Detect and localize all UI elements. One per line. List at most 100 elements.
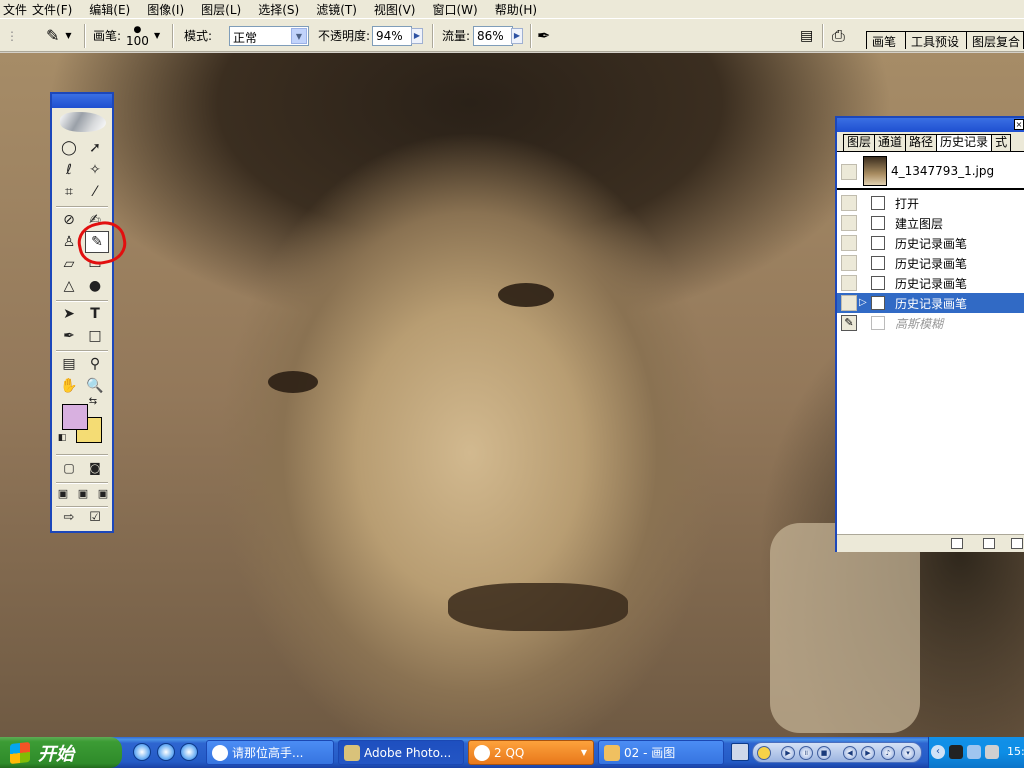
history-source-box[interactable]	[841, 235, 857, 251]
menu-item-edit[interactable]: 编辑(E)	[86, 1, 134, 18]
history-source-box[interactable]	[841, 255, 857, 271]
volume-icon[interactable]	[985, 745, 999, 759]
blur-tool-icon[interactable]: △	[58, 276, 80, 296]
history-state[interactable]: 历史记录画笔	[837, 253, 1024, 273]
tray-expand-icon[interactable]: ‹	[931, 745, 945, 759]
brush-picker-arrow[interactable]: ▼	[154, 19, 160, 52]
close-icon[interactable]: ×	[1014, 119, 1024, 130]
media-volume-icon[interactable]: ▾	[901, 746, 915, 760]
standard-screen-mode-icon[interactable]: ▣	[54, 484, 72, 504]
standard-mode-icon[interactable]: ▢	[58, 458, 80, 478]
menu-item-image[interactable]: 图像(I)	[144, 1, 188, 18]
flow-field[interactable]: 86%	[473, 26, 513, 46]
palette-titlebar[interactable]: ×	[837, 118, 1024, 132]
media-stop-icon[interactable]: ■	[817, 746, 831, 760]
history-source-box[interactable]	[841, 195, 857, 211]
history-state-selected[interactable]: ▷ 历史记录画笔	[837, 293, 1024, 313]
hand-tool-icon[interactable]: ✋	[58, 376, 80, 396]
start-button[interactable]: 开始	[0, 737, 122, 768]
history-state[interactable]: 打开	[837, 193, 1024, 213]
slice-tool-icon[interactable]: ⁄	[84, 182, 106, 202]
flow-slider-button[interactable]: ▶	[511, 28, 523, 44]
tab-history[interactable]: 历史记录	[936, 134, 993, 151]
airbrush-icon[interactable]: ✒	[537, 19, 550, 52]
menu-item-file[interactable]: 文件(F)	[29, 1, 76, 18]
menu-item-view[interactable]: 视图(V)	[371, 1, 420, 18]
type-tool-icon[interactable]: T	[84, 304, 106, 324]
shape-tool-icon[interactable]: □	[84, 326, 106, 346]
network-icon[interactable]	[967, 745, 981, 759]
notes-tool-icon[interactable]: ▤	[58, 354, 80, 374]
quicklaunch-icon[interactable]	[157, 743, 175, 761]
history-state[interactable]: 历史记录画笔	[837, 233, 1024, 253]
history-source-box[interactable]	[841, 275, 857, 291]
media-mute-icon[interactable]: ♪	[881, 746, 895, 760]
eraser-tool-icon[interactable]: ▱	[58, 254, 80, 274]
tab-channels[interactable]: 通道	[874, 134, 907, 151]
history-state-dimmed[interactable]: ✎ 高斯模糊	[837, 313, 1024, 333]
menu-item-file-short[interactable]: 文件	[0, 1, 31, 18]
media-pause-icon[interactable]: ॥	[799, 746, 813, 760]
well-tab-brushes[interactable]: 画笔	[866, 31, 906, 49]
menu-item-layer[interactable]: 图层(L)	[198, 1, 245, 18]
full-screen-menu-mode-icon[interactable]: ▣	[74, 484, 92, 504]
trash-icon[interactable]	[1011, 538, 1023, 549]
menu-item-window[interactable]: 窗口(W)	[429, 1, 481, 18]
media-prev-icon[interactable]: ◀	[843, 746, 857, 760]
dodge-tool-icon[interactable]: ●	[84, 276, 106, 296]
file-browser-icon[interactable]: ▤	[800, 19, 813, 52]
snapshot-row[interactable]: 4_1347793_1.jpg	[837, 154, 1024, 190]
menu-item-select[interactable]: 选择(S)	[255, 1, 303, 18]
taskbar-button-qq[interactable]: 2 QQ ▼	[468, 740, 594, 765]
move-tool-icon[interactable]: ➚	[84, 138, 106, 158]
menu-item-filter[interactable]: 滤镜(T)	[313, 1, 361, 18]
history-source-box[interactable]	[841, 164, 857, 180]
full-screen-mode-icon[interactable]: ▣	[94, 484, 112, 504]
keyboard-icon[interactable]	[731, 743, 749, 761]
well-tab-layer-comps[interactable]: 图层复合	[966, 31, 1024, 49]
jump-to-imageready-icon[interactable]: ⇨	[58, 508, 80, 528]
path-selection-tool-icon[interactable]: ➤	[58, 304, 80, 324]
opacity-field[interactable]: 94%	[372, 26, 412, 46]
new-snapshot-icon[interactable]	[983, 538, 995, 549]
ie-icon[interactable]	[133, 743, 151, 761]
history-state[interactable]: 建立图层	[837, 213, 1024, 233]
eyedropper-tool-icon[interactable]: ⚲	[84, 354, 106, 374]
taskbar-button-paint[interactable]: 02 - 画图	[598, 740, 724, 765]
brush-picker[interactable]: ● 100	[126, 19, 149, 52]
default-colors-icon[interactable]: ◧	[56, 432, 68, 444]
qq-tray-icon[interactable]	[949, 745, 963, 759]
taskbar-button-browser[interactable]: 请那位高手...	[206, 740, 334, 765]
imageready-icon[interactable]: ☑	[84, 508, 106, 528]
toolbox-titlebar[interactable]	[52, 94, 112, 108]
menu-item-help[interactable]: 帮助(H)	[492, 1, 541, 18]
tab-actions[interactable]: 式	[991, 134, 1012, 151]
healing-brush-tool-icon[interactable]: ⊘	[58, 210, 80, 230]
history-brush-source-icon[interactable]: ✎	[841, 315, 857, 331]
pen-tool-icon[interactable]: ✒	[58, 326, 80, 346]
media-logo-icon[interactable]	[757, 746, 771, 760]
well-tab-tool-presets[interactable]: 工具预设	[905, 31, 967, 49]
history-source-box[interactable]	[841, 215, 857, 231]
zoom-tool-icon[interactable]: 🔍	[84, 376, 106, 396]
history-source-box[interactable]	[841, 295, 857, 311]
opacity-slider-button[interactable]: ▶	[411, 28, 423, 44]
media-play-icon[interactable]: ▶	[781, 746, 795, 760]
options-grip[interactable]: ⋮	[6, 19, 18, 52]
quick-mask-mode-icon[interactable]: ◙	[84, 458, 106, 478]
marquee-tool-icon[interactable]: ◯	[58, 138, 80, 158]
feather-logo-icon[interactable]	[60, 112, 106, 132]
new-document-icon[interactable]	[951, 538, 963, 549]
taskbar-button-photoshop[interactable]: Adobe Photo...	[338, 740, 464, 765]
foreground-color-swatch[interactable]	[62, 404, 88, 430]
history-state[interactable]: 历史记录画笔	[837, 273, 1024, 293]
palette-well-icon[interactable]: ⎙	[832, 19, 845, 52]
tool-preset-picker[interactable]: ✎ ▼	[46, 19, 72, 52]
magic-wand-tool-icon[interactable]: ✧	[84, 160, 106, 180]
crop-tool-icon[interactable]: ⌗	[58, 182, 80, 202]
tab-layers[interactable]: 图层	[843, 134, 876, 151]
lasso-tool-icon[interactable]: ℓ	[58, 160, 80, 180]
media-player-icon[interactable]	[180, 743, 198, 761]
tab-paths[interactable]: 路径	[905, 134, 938, 151]
mode-select[interactable]: 正常 ▼	[229, 26, 309, 46]
